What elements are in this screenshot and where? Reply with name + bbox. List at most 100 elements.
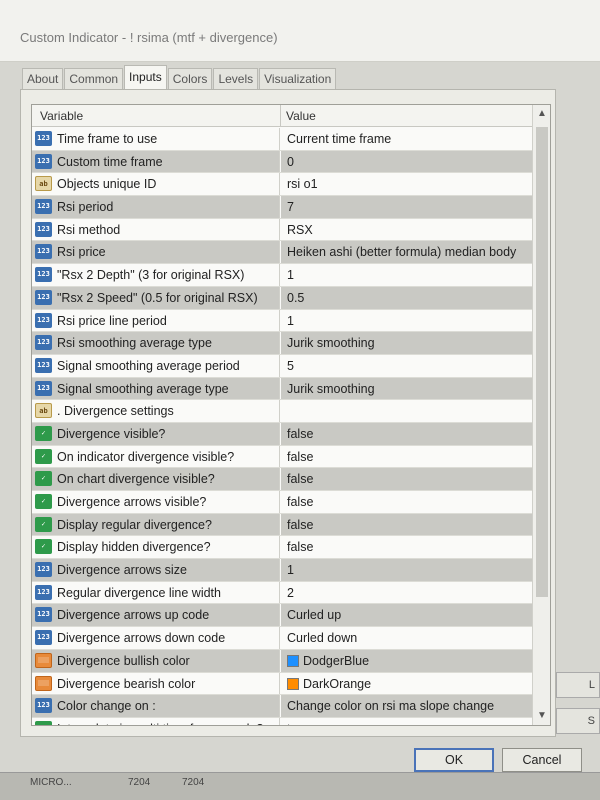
- table-row[interactable]: Divergence bullish color DodgerBlue: [32, 649, 532, 673]
- value-cell[interactable]: Change color on rsi ma slope change: [281, 695, 532, 717]
- value-cell[interactable]: false: [281, 468, 532, 490]
- value-cell[interactable]: RSX: [281, 219, 532, 241]
- value-text[interactable]: false: [287, 495, 313, 509]
- value-cell[interactable]: 1: [281, 559, 532, 581]
- value-cell[interactable]: DodgerBlue: [281, 649, 532, 672]
- table-row[interactable]: 123 Regular divergence line width 2: [32, 581, 532, 605]
- table-row[interactable]: 123 Rsi smoothing average type Jurik smoot…: [32, 332, 532, 355]
- value-cell[interactable]: 5: [281, 355, 532, 377]
- tab-colors[interactable]: Colors: [167, 68, 213, 90]
- value-cell[interactable]: Curled down: [281, 627, 532, 649]
- table-row[interactable]: ✓ Display regular divergence? false: [32, 513, 532, 537]
- tab-about[interactable]: About: [22, 68, 64, 90]
- value-cell[interactable]: [281, 400, 532, 422]
- value-text[interactable]: false: [287, 518, 313, 532]
- table-row[interactable]: 123 Rsi method RSX: [32, 218, 532, 242]
- tab-visualization[interactable]: Visualization: [259, 68, 337, 90]
- scroll-up-arrow-icon[interactable]: ▲: [533, 105, 550, 123]
- value-cell[interactable]: 1: [281, 264, 532, 286]
- value-cell[interactable]: false: [281, 513, 532, 536]
- table-row[interactable]: ✓ On chart divergence visible? false: [32, 468, 532, 491]
- table-row[interactable]: 123 Divergence arrows size 1: [32, 559, 532, 582]
- ok-button[interactable]: OK: [414, 748, 494, 772]
- table-row[interactable]: 123 Rsi price Heiken ashi (better formula)…: [32, 241, 532, 265]
- value-cell[interactable]: Jurik smoothing: [281, 377, 532, 400]
- value-text[interactable]: 2: [287, 586, 294, 600]
- value-text[interactable]: Curled down: [287, 631, 357, 645]
- value-text[interactable]: DarkOrange: [287, 677, 371, 691]
- column-divider[interactable]: [280, 105, 281, 127]
- value-text[interactable]: Heiken ashi (better formula) median body: [287, 245, 516, 259]
- value-text[interactable]: 5: [287, 359, 294, 373]
- value-cell[interactable]: 7: [281, 196, 532, 218]
- scrollbar-thumb[interactable]: [536, 127, 548, 597]
- value-cell[interactable]: true: [281, 718, 532, 725]
- vertical-scrollbar[interactable]: ▲ ▼: [532, 105, 550, 725]
- value-cell[interactable]: 0.5: [281, 286, 532, 309]
- value-text[interactable]: 0.5: [287, 291, 304, 305]
- table-row[interactable]: ab . Divergence settings: [32, 400, 532, 423]
- value-text[interactable]: Current time frame: [287, 132, 391, 146]
- side-button-load[interactable]: L: [556, 672, 600, 698]
- tab-inputs[interactable]: Inputs: [124, 65, 167, 91]
- table-row[interactable]: 123 Rsi price line period 1: [32, 309, 532, 333]
- table-row[interactable]: 123 Divergence arrows up code Curled up: [32, 604, 532, 628]
- value-text[interactable]: Change color on rsi ma slope change: [287, 699, 494, 713]
- column-header-value[interactable]: Value: [286, 109, 316, 123]
- value-text[interactable]: RSX: [287, 223, 313, 237]
- table-row[interactable]: ✓ Divergence arrows visible? false: [32, 491, 532, 514]
- table-row[interactable]: 123 Time frame to use Current time frame: [32, 128, 532, 151]
- value-text[interactable]: true: [287, 722, 309, 725]
- table-row[interactable]: Divergence bearish color DarkOrange: [32, 672, 532, 696]
- value-text[interactable]: DodgerBlue: [287, 654, 369, 668]
- table-row[interactable]: 123 Rsi period 7: [32, 196, 532, 219]
- table-row[interactable]: 123 Signal smoothing average period 5: [32, 354, 532, 378]
- table-row[interactable]: ✓ On indicator divergence visible? false: [32, 445, 532, 469]
- column-header-variable[interactable]: Variable: [40, 109, 83, 123]
- value-cell[interactable]: Heiken ashi (better formula) median body: [281, 241, 532, 264]
- value-text[interactable]: Jurik smoothing: [287, 336, 375, 350]
- boolean-icon: ✓: [35, 425, 52, 441]
- value-text[interactable]: Jurik smoothing: [287, 382, 375, 396]
- value-text[interactable]: 7: [287, 200, 294, 214]
- table-row[interactable]: ✓ Interpolate in multi time frame mode? tr…: [32, 717, 532, 725]
- value-cell[interactable]: Current time frame: [281, 128, 532, 150]
- value-cell[interactable]: rsi o1: [281, 173, 532, 195]
- value-text[interactable]: false: [287, 472, 313, 486]
- value-cell[interactable]: Curled up: [281, 604, 532, 627]
- value-cell[interactable]: 0: [281, 150, 532, 173]
- cancel-button[interactable]: Cancel: [502, 748, 582, 772]
- value-cell[interactable]: Jurik smoothing: [281, 332, 532, 354]
- value-cell[interactable]: 2: [281, 582, 532, 604]
- value-text[interactable]: false: [287, 450, 313, 464]
- value-text[interactable]: 0: [287, 155, 294, 169]
- table-row[interactable]: ab Objects unique ID rsi o1: [32, 173, 532, 197]
- value-text[interactable]: 1: [287, 268, 294, 282]
- table-row[interactable]: ✓ Divergence visible? false: [32, 422, 532, 446]
- value-cell[interactable]: false: [281, 536, 532, 558]
- value-text[interactable]: 1: [287, 563, 294, 577]
- table-row[interactable]: 123 Divergence arrows down code Curled dow…: [32, 627, 532, 650]
- tab-levels[interactable]: Levels: [213, 68, 259, 90]
- value-text[interactable]: rsi o1: [287, 177, 318, 191]
- value-text[interactable]: false: [287, 540, 313, 554]
- table-row[interactable]: 123 Color change on : Change color on rsi …: [32, 695, 532, 718]
- table-row[interactable]: 123 Signal smoothing average type Jurik sm…: [32, 377, 532, 401]
- value-cell[interactable]: false: [281, 422, 532, 445]
- side-button-save[interactable]: S: [556, 708, 600, 734]
- value-cell[interactable]: false: [281, 491, 532, 513]
- value-text[interactable]: false: [287, 427, 313, 441]
- table-row[interactable]: ✓ Display hidden divergence? false: [32, 536, 532, 560]
- value-text[interactable]: Curled up: [287, 608, 341, 622]
- value-cell[interactable]: 1: [281, 310, 532, 332]
- table-row[interactable]: 123 "Rsx 2 Speed" (0.5 for original RSX) 0…: [32, 286, 532, 310]
- taskbar-item[interactable]: MICRO...: [30, 777, 72, 791]
- value-cell[interactable]: false: [281, 446, 532, 468]
- value-cell[interactable]: DarkOrange: [281, 673, 532, 695]
- table-row[interactable]: 123 "Rsx 2 Depth" (3 for original RSX) 1: [32, 264, 532, 287]
- tab-common[interactable]: Common: [64, 68, 124, 90]
- variable-label: Divergence bearish color: [57, 676, 196, 691]
- value-text[interactable]: 1: [287, 314, 294, 328]
- table-row[interactable]: 123 Custom time frame 0: [32, 150, 532, 174]
- scroll-down-arrow-icon[interactable]: ▼: [533, 707, 550, 725]
